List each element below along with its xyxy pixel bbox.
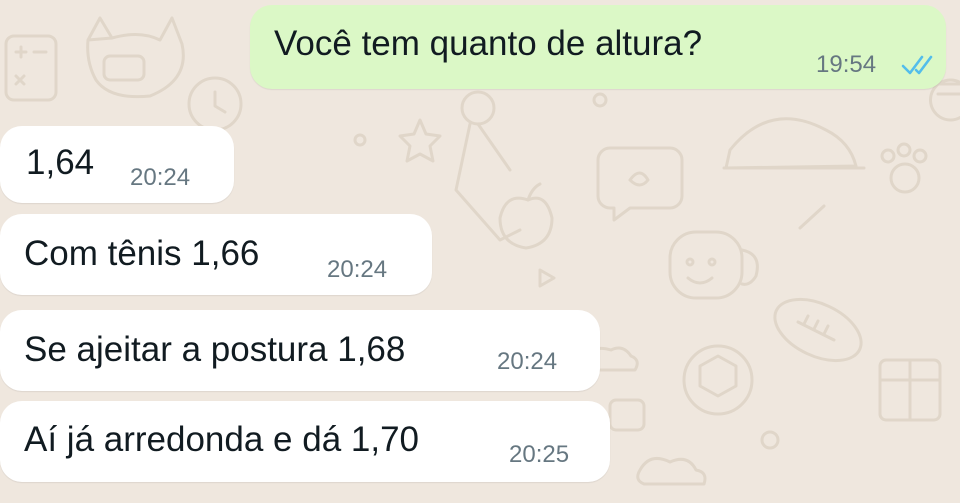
message-text: Aí já arredonda e dá 1,70 <box>24 420 420 459</box>
incoming-message-bubble[interactable]: Aí já arredonda e dá 1,70 20:25 <box>0 401 610 482</box>
message-text: 1,64 <box>26 143 95 182</box>
outgoing-message-bubble[interactable]: Você tem quanto de altura? 19:54 <box>250 5 946 89</box>
double-check-icon <box>901 55 933 75</box>
message-text: Se ajeitar a postura 1,68 <box>24 330 406 369</box>
message-timestamp: 19:54 <box>816 51 877 78</box>
incoming-message-bubble[interactable]: Se ajeitar a postura 1,68 20:24 <box>0 310 600 391</box>
message-timestamp: 20:24 <box>130 164 191 191</box>
message-timestamp: 20:25 <box>509 441 570 468</box>
message-timestamp: 20:24 <box>327 256 388 283</box>
message-text: Com tênis 1,66 <box>24 234 260 273</box>
incoming-message-bubble[interactable]: Com tênis 1,66 20:24 <box>0 214 432 295</box>
message-text: Você tem quanto de altura? <box>274 24 703 63</box>
incoming-message-bubble[interactable]: 1,64 20:24 <box>0 126 234 203</box>
message-timestamp: 20:24 <box>497 348 558 375</box>
